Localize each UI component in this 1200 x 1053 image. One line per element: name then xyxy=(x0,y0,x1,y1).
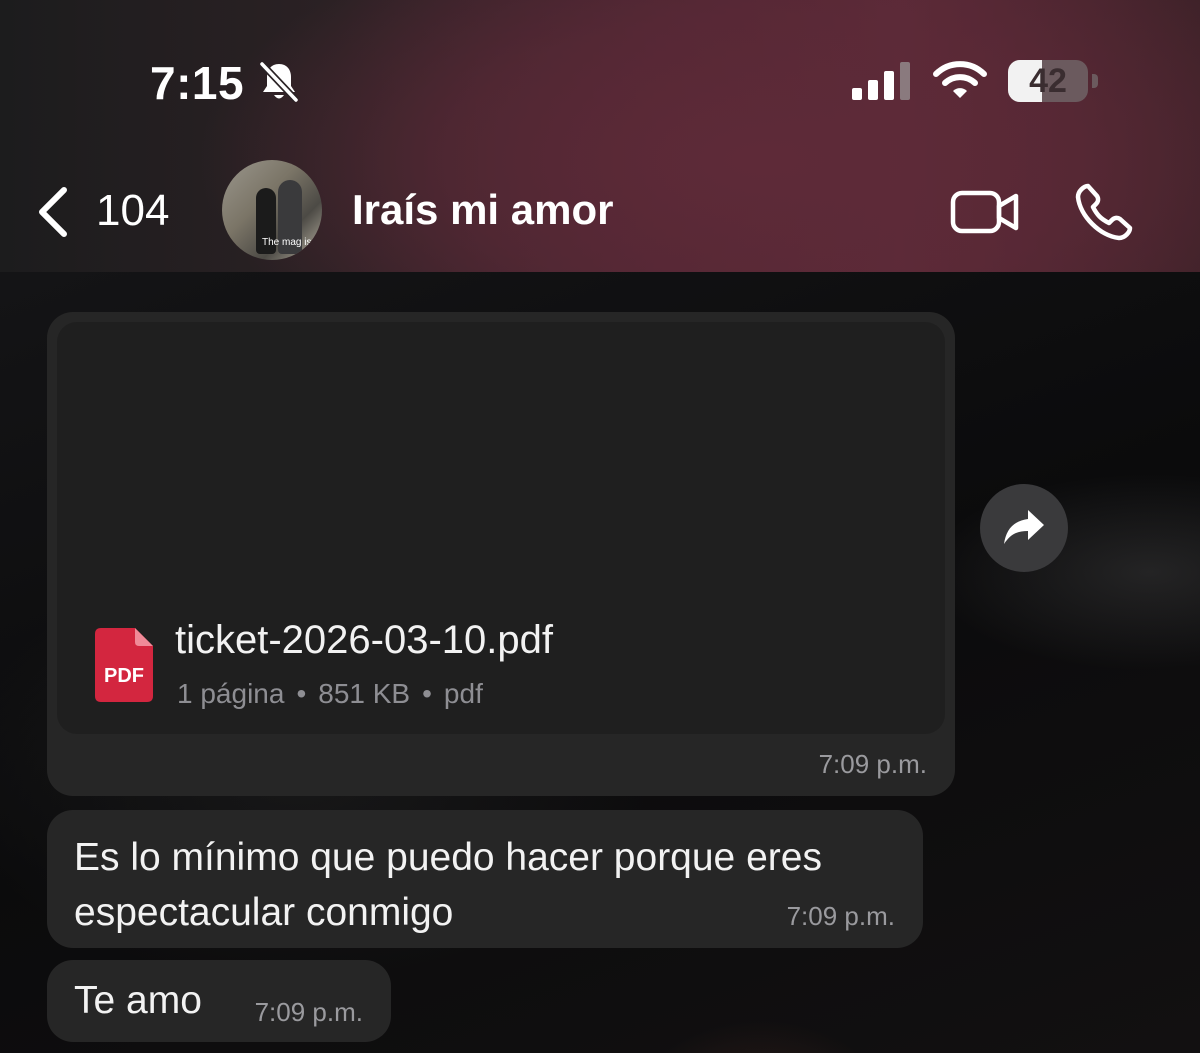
pdf-type: pdf xyxy=(443,678,483,709)
pdf-file-name: ticket-2026-03-10.pdf xyxy=(175,618,554,662)
pdf-size: 851 KB xyxy=(318,678,411,709)
message-text: Te amo xyxy=(74,979,202,1022)
video-camera-icon[interactable] xyxy=(950,188,1020,236)
pdf-file-icon: PDF xyxy=(95,628,153,702)
status-time: 7:15 xyxy=(150,57,245,109)
battery-shell: 42 xyxy=(1008,60,1088,102)
pdf-message-bubble[interactable]: PDF ticket-2026-03-10.pdf 1 página • 851 K… xyxy=(47,312,955,796)
avatar-caption: The mag is in xyxy=(262,237,322,248)
pdf-badge: PDF xyxy=(104,665,144,687)
back-unread-count[interactable]: 104 xyxy=(96,186,169,236)
avatar[interactable]: The mag is in xyxy=(222,160,322,260)
meta-separator: • xyxy=(422,678,432,709)
forward-arrow-icon xyxy=(1004,510,1044,544)
pdf-pages: 1 página xyxy=(177,678,285,709)
message-text: Es lo mínimo que puedo hacer porque eres… xyxy=(74,836,822,934)
phone-icon[interactable] xyxy=(1074,182,1136,242)
battery-nub xyxy=(1092,74,1098,88)
bell-slash-icon xyxy=(259,61,299,103)
forward-button[interactable] xyxy=(980,484,1068,572)
message-bubble[interactable]: Te amo 7:09 p.m. xyxy=(47,960,391,1042)
pdf-file-meta: 1 página • 851 KB • pdf xyxy=(177,678,483,710)
message-timestamp: 7:09 p.m. xyxy=(786,901,895,931)
wifi-icon xyxy=(933,61,987,98)
battery-indicator: 42 xyxy=(1008,60,1098,102)
contact-name[interactable]: Iraís mi amor xyxy=(352,186,613,234)
meta-separator: • xyxy=(296,678,307,709)
message-timestamp: 7:09 p.m. xyxy=(254,997,363,1027)
message-bubble[interactable]: Es lo mínimo que puedo hacer porque eres… xyxy=(47,810,923,948)
chevron-left-icon[interactable] xyxy=(36,186,72,238)
pdf-preview-card[interactable]: PDF ticket-2026-03-10.pdf 1 página • 851 K… xyxy=(57,322,945,734)
cellular-signal-icon xyxy=(852,62,910,100)
chat-header: 7:15 42 104 The mag is in Iraís mi amor xyxy=(0,0,1200,272)
message-timestamp: 7:09 p.m. xyxy=(818,749,927,779)
battery-level: 42 xyxy=(1029,62,1067,100)
